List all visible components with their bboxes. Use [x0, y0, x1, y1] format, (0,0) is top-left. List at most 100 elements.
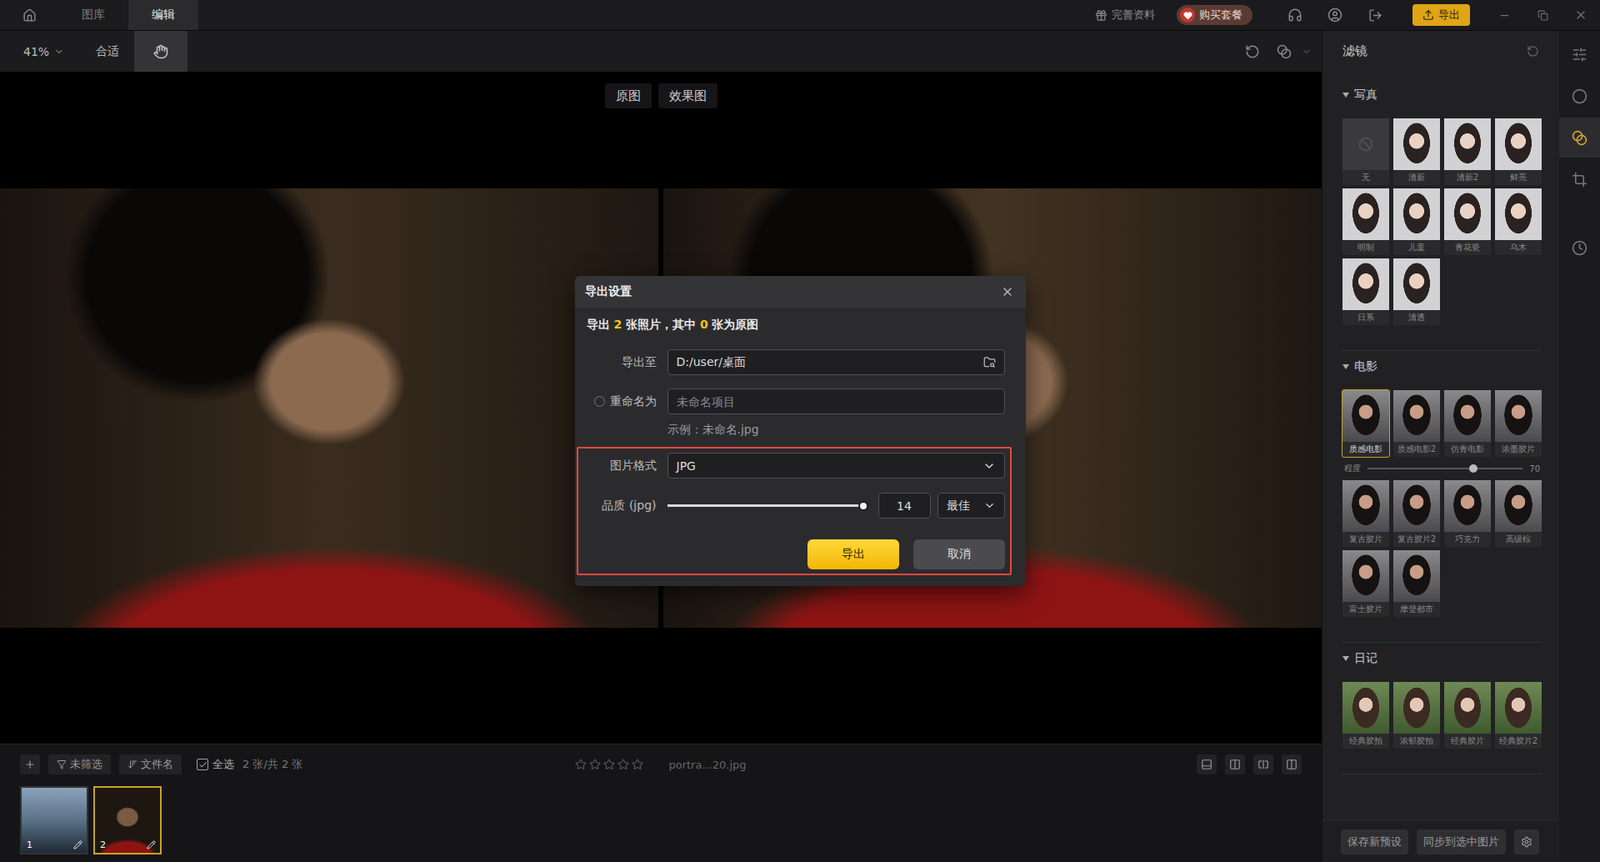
filter-tile[interactable]: 高级棕	[1495, 480, 1542, 547]
star-icon[interactable]	[603, 758, 615, 770]
slider-knob[interactable]	[1469, 464, 1478, 473]
filter-tile[interactable]: 质感电影	[1342, 390, 1390, 457]
logout-button[interactable]	[1360, 2, 1390, 28]
cancel-button[interactable]: 取消	[913, 539, 1005, 570]
logout-icon[interactable]	[1368, 8, 1383, 23]
filter-tile[interactable]: 鲜亮	[1495, 118, 1542, 185]
slider-knob[interactable]	[858, 500, 869, 511]
home-button[interactable]	[0, 0, 59, 30]
filter-tile[interactable]: 无	[1342, 118, 1390, 185]
home-icon[interactable]	[22, 8, 37, 23]
filter-tile[interactable]: 经典胶片	[1444, 681, 1491, 749]
photo-thumbnail[interactable]: 1	[20, 785, 89, 855]
caret-icon[interactable]	[1342, 363, 1350, 370]
filter-tile[interactable]: 复古胶片	[1342, 480, 1390, 547]
add-button[interactable]	[20, 754, 40, 775]
hand-icon[interactable]	[153, 44, 169, 60]
zoom-select[interactable]: 41%	[18, 45, 70, 59]
sort-button[interactable]: 文件名	[119, 754, 182, 775]
support-button[interactable]	[1280, 2, 1310, 28]
close-icon[interactable]	[1574, 8, 1588, 22]
filter-tile[interactable]: 明制	[1342, 188, 1390, 255]
tool-icon[interactable]	[1571, 171, 1588, 188]
quality-preset-select[interactable]: 最佳	[937, 492, 1005, 519]
filter-tile[interactable]: 乌木	[1495, 188, 1542, 255]
nav-tab[interactable]: 编辑	[128, 0, 199, 30]
quality-slider[interactable]	[667, 504, 864, 507]
export-button[interactable]: 导出	[1412, 4, 1470, 26]
export-path-field[interactable]: D:/user/桌面	[667, 349, 1005, 375]
filter-tile[interactable]: 摩登都市	[1393, 550, 1440, 617]
caret-icon[interactable]	[1342, 91, 1350, 99]
filter-tile[interactable]: 清新2	[1444, 118, 1491, 185]
view-mode-button[interactable]	[1196, 754, 1217, 775]
folder-icon[interactable]	[983, 355, 996, 369]
filter-tile[interactable]: 清新	[1393, 118, 1440, 185]
format-select[interactable]: JPG	[667, 452, 1005, 479]
rotate-icon[interactable]	[1245, 44, 1260, 60]
reset-button[interactable]	[1238, 39, 1267, 65]
select-all-checkbox[interactable]: 全选	[196, 756, 235, 772]
tool-icon[interactable]	[1571, 130, 1588, 146]
view-mode-button[interactable]	[1281, 754, 1302, 775]
preset-button[interactable]: 保存新预设	[1340, 829, 1409, 855]
confirm-export-button[interactable]: 导出	[807, 539, 900, 570]
filter-tile[interactable]: 经典胶拍	[1342, 681, 1390, 749]
section-title[interactable]: 电影	[1342, 358, 1542, 375]
filter-tile[interactable]: 巧克力	[1444, 480, 1491, 547]
rail-tool[interactable]	[1559, 227, 1600, 268]
rail-tool[interactable]	[1559, 117, 1600, 158]
section-title[interactable]: 写真	[1342, 86, 1542, 104]
layout-icon[interactable]	[1200, 758, 1213, 770]
fit-button[interactable]: 合适	[80, 44, 135, 60]
star-icon[interactable]	[631, 758, 644, 770]
view-mode-button[interactable]	[1225, 754, 1245, 775]
filter-tile[interactable]: 仿青电影	[1444, 390, 1491, 457]
tool-icon[interactable]	[1571, 88, 1588, 105]
filter-tile[interactable]: 富士胶片	[1342, 550, 1390, 617]
settings-button[interactable]	[1514, 829, 1540, 855]
nav-tab[interactable]: 图库	[58, 0, 129, 30]
star-icon[interactable]	[575, 758, 587, 770]
rail-tool[interactable]	[1559, 75, 1600, 116]
buy-button[interactable]: 购买套餐	[1176, 5, 1253, 25]
rail-tool[interactable]	[1559, 34, 1600, 75]
minimize-icon[interactable]	[1498, 9, 1511, 22]
filter-tile[interactable]: 日系	[1342, 258, 1390, 325]
tool-icon[interactable]	[1571, 240, 1588, 256]
account-button[interactable]	[1320, 2, 1350, 28]
rename-input[interactable]	[667, 388, 1005, 415]
filter-tile[interactable]: 清透	[1393, 258, 1440, 325]
view-mode-button[interactable]	[1253, 754, 1274, 775]
caret-icon[interactable]	[1342, 655, 1350, 662]
filter-tile[interactable]: 浓郁胶拍	[1393, 681, 1440, 749]
star-icon[interactable]	[617, 758, 630, 770]
close-icon[interactable]	[1000, 285, 1015, 299]
profile-link[interactable]: 完善资料	[1095, 7, 1155, 23]
restore-icon[interactable]	[1537, 10, 1549, 21]
filter-tile[interactable]: 儿童	[1393, 188, 1440, 255]
dialog-close-button[interactable]	[999, 283, 1016, 300]
slider-track[interactable]	[1367, 467, 1523, 470]
user-icon[interactable]	[1327, 7, 1343, 23]
hand-tool[interactable]	[134, 30, 188, 72]
tool-icon[interactable]	[1571, 46, 1588, 63]
strength-slider[interactable]: 程度70	[1342, 460, 1542, 477]
filter-tile[interactable]: 青花瓷	[1444, 188, 1491, 255]
headset-icon[interactable]	[1287, 7, 1303, 23]
filter-tile[interactable]: 浓墨胶片	[1495, 390, 1542, 457]
blend-icon[interactable]	[1276, 44, 1292, 60]
layout-icon[interactable]	[1229, 758, 1241, 770]
filter-tile[interactable]: 复古胶片2	[1393, 480, 1440, 547]
close-button[interactable]	[1561, 0, 1600, 30]
compare-button[interactable]	[1270, 39, 1299, 65]
rating[interactable]	[575, 758, 644, 770]
chevron-icon[interactable]	[1301, 46, 1312, 57]
star-icon[interactable]	[589, 758, 601, 770]
preset-button[interactable]: 同步到选中图片	[1416, 829, 1506, 855]
filter-tile[interactable]: 经典胶片2	[1495, 681, 1542, 749]
filter-button[interactable]: 未筛选	[48, 754, 111, 775]
plus-icon[interactable]	[24, 758, 36, 770]
filter-tile[interactable]: 质感电影2	[1393, 390, 1440, 457]
quality-value[interactable]: 14	[878, 492, 931, 519]
